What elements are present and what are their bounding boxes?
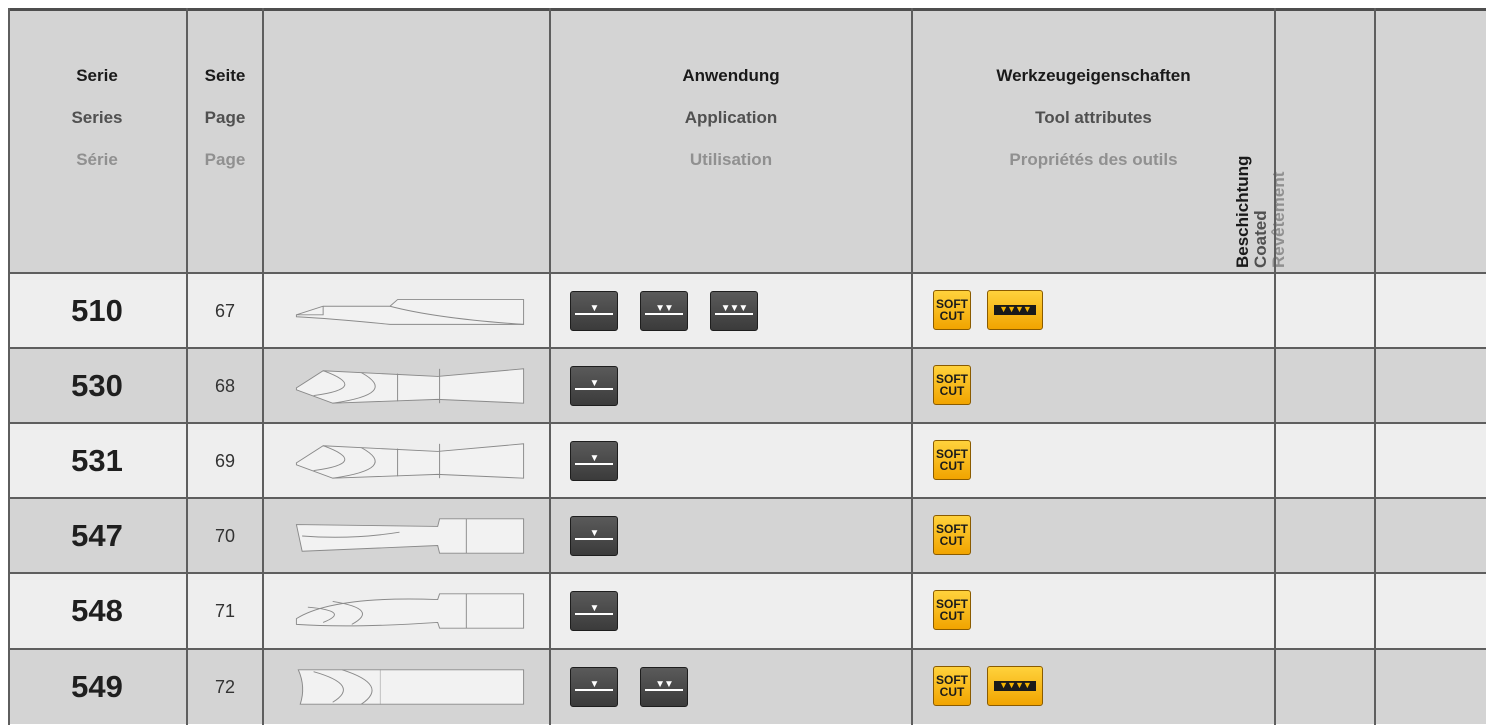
attribute-icons: SOFT CUT [933,590,971,630]
roughing-icon-2: ▼▼ [640,291,688,331]
header-coating-en: Coated [1251,210,1270,268]
single-flute-spiral-router-icon [295,368,525,404]
header-application-fr: Utilisation [689,150,773,169]
header-page-de: Seite [204,66,246,85]
soft-cut-label-2: CUT [939,459,965,473]
serrated-edge-icon: ▼▼▼▼ [987,290,1043,330]
series-number[interactable]: 531 [8,424,186,498]
attribute-icons: SOFT CUT [933,440,971,480]
series-number[interactable]: 549 [8,650,186,724]
application-icons: ▼ [570,441,618,481]
soft-cut-icon: SOFT CUT [933,590,971,630]
header-coating-de: Beschichtung [1233,155,1252,268]
attribute-icons: SOFT CUT [933,365,971,405]
roughing-icon-1: ▼ [570,441,618,481]
page-number[interactable]: 70 [188,499,262,573]
table-row: 548 71 ▼ SOFT CUT [8,574,1486,648]
roughing-icon-1: ▼ [570,291,618,331]
application-icons: ▼ [570,516,618,556]
series-number[interactable]: 530 [8,349,186,423]
roughing-icon-1: ▼ [570,516,618,556]
serrated-edge-icon: ▼▼▼▼ [987,666,1043,706]
soft-cut-icon: SOFT CUT [933,290,971,330]
roughing-icon-3: ▼▼▼ [710,291,758,331]
attribute-icons: SOFT CUT ▼▼▼▼ [933,666,1043,706]
soft-cut-icon: SOFT CUT [933,365,971,405]
application-icons: ▼ [570,591,618,631]
attribute-icons: SOFT CUT [933,515,971,555]
soft-cut-icon: SOFT CUT [933,666,971,706]
application-icons: ▼ [570,366,618,406]
header-attributes: Werkzeugeigenschaften Tool attributes Pr… [913,8,1274,272]
header-series-en: Series [71,108,123,127]
straight-flute-router-icon [295,299,525,325]
header-attributes-fr: Propriétés des outils [1009,150,1178,169]
roughing-icon-2: ▼▼ [640,667,688,707]
header-application-de: Anwendung [682,66,780,85]
series-number[interactable]: 548 [8,574,186,648]
series-number[interactable]: 510 [8,274,186,348]
roughing-icon-1: ▼ [570,591,618,631]
application-icons: ▼ ▼▼ ▼▼▼ [570,291,758,331]
soft-cut-label-2: CUT [939,384,965,398]
table-row: 531 69 ▼ SOFT CUT [8,424,1486,498]
page-number[interactable]: 68 [188,349,262,423]
tapered-spiral-router-icon [295,593,525,629]
roughing-icon-1: ▼ [570,667,618,707]
roughing-icon-1: ▼ [570,366,618,406]
tapered-router-icon [295,518,525,554]
header-series-de: Serie [76,66,118,85]
tool-series-table: Serie Series Série Seite Page Page Anwen… [8,8,1486,725]
page-number[interactable]: 71 [188,574,262,648]
header-series: Serie Series Série [8,8,186,272]
soft-cut-icon: SOFT CUT [933,515,971,555]
header-application-en: Application [684,108,778,127]
table-row: 510 67 ▼ ▼▼ ▼▼▼ SOFT CUT ▼▼▼▼ [8,274,1486,348]
short-spiral-router-icon [297,669,525,705]
page-number[interactable]: 69 [188,424,262,498]
series-number[interactable]: 547 [8,499,186,573]
header-page-fr: Page [204,150,246,169]
soft-cut-label-2: CUT [939,685,965,699]
attribute-icons: SOFT CUT ▼▼▼▼ [933,290,1043,330]
header-application: Anwendung Application Utilisation [551,8,911,272]
header-coating-fr: Revêtement [1269,171,1288,268]
header-coating: Beschichtung Coated Revêtement [1233,156,1386,268]
table-row: 530 68 ▼ SOFT CUT [8,349,1486,423]
table-header: Serie Series Série Seite Page Page Anwen… [8,8,1486,272]
application-icons: ▼ ▼▼ [570,667,688,707]
soft-cut-icon: SOFT CUT [933,440,971,480]
soft-cut-label-2: CUT [939,609,965,623]
header-attributes-en: Tool attributes [1035,108,1152,127]
header-page-en: Page [204,108,246,127]
table-row: 547 70 ▼ SOFT CUT [8,499,1486,573]
header-attributes-de: Werkzeugeigenschaften [996,66,1191,85]
table-row: 549 72 ▼ ▼▼ SOFT CUT ▼▼▼▼ [8,650,1486,724]
single-flute-spiral-router-icon [295,443,525,479]
header-page: Seite Page Page [188,8,262,272]
page-number[interactable]: 67 [188,274,262,348]
soft-cut-label-2: CUT [939,309,965,323]
soft-cut-label-2: CUT [939,534,965,548]
page-number[interactable]: 72 [188,650,262,724]
header-series-fr: Série [76,150,118,169]
